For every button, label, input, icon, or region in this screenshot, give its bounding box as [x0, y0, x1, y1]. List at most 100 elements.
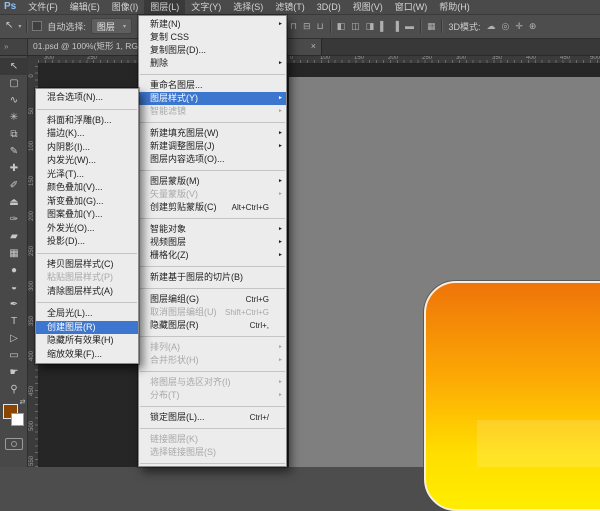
eraser-tool[interactable]: ▰ [0, 228, 28, 245]
menubar-item[interactable]: 滤镜(T) [269, 0, 311, 14]
auto-select-checkbox[interactable] [32, 21, 43, 31]
menu-item[interactable]: 图层样式(Y) ► [139, 92, 286, 105]
menubar-item[interactable]: 图像(I) [106, 0, 145, 14]
menu-item[interactable]: 复制图层(D)... [139, 44, 286, 57]
healing-brush-tool[interactable]: ✚ [0, 160, 28, 177]
crop-tool[interactable]: ⧉ [0, 126, 28, 143]
type-tool[interactable]: T [0, 313, 28, 330]
pen-tool[interactable]: ✒ [0, 296, 28, 313]
menubar-item[interactable]: 窗口(W) [389, 0, 434, 14]
menu-item[interactable]: 混合选项(N)... [36, 91, 138, 105]
shape-tool[interactable]: ▭ [0, 347, 28, 364]
marquee-tool[interactable]: ▢ [0, 75, 28, 92]
menubar-item[interactable]: 3D(D) [311, 0, 347, 14]
menu-item[interactable]: 内发光(W)... [36, 154, 138, 168]
history-brush-tool[interactable]: ✑ [0, 211, 28, 228]
path-selection-tool[interactable]: ▷ [0, 330, 28, 347]
dodge-tool[interactable]: ◒ [0, 279, 28, 296]
menu-item[interactable]: 清除图层样式(A) [36, 285, 138, 299]
menu-item: 粘贴图层样式(P) [36, 271, 138, 285]
menu-item[interactable]: 渐变叠加(G)... [36, 195, 138, 209]
3d-slide-icon[interactable]: ⊕ [529, 21, 537, 32]
menu-item: 选择链接图层(S) [139, 446, 286, 459]
align-top-edges-icon[interactable]: ⊓ [290, 21, 297, 32]
zoom-tool[interactable]: ⚲ [0, 381, 28, 398]
menu-item[interactable]: 拷贝图层样式(C) [36, 258, 138, 272]
menu-item[interactable]: 栅格化(Z) ► [139, 249, 286, 262]
menubar-item[interactable]: 视图(V) [347, 0, 389, 14]
menu-item-shortcut: Alt+Ctrl+G [231, 203, 269, 212]
menu-item[interactable]: 内阴影(I)... [36, 141, 138, 155]
menu-item-label: 新建填充图层(W) [150, 128, 219, 138]
auto-align-layers-icon[interactable]: ▦ [427, 21, 436, 32]
align-bottom-edges-icon[interactable]: ⊔ [317, 21, 324, 32]
3d-orbit-icon[interactable]: ☁ [486, 21, 495, 32]
menu-item[interactable]: 颜色叠加(V)... [36, 181, 138, 195]
distribute-right-edges-icon[interactable]: ▐ [393, 21, 399, 31]
document-tab-bar: » 01.psd @ 100%(矩形 1, RGB/8)* × [0, 38, 600, 56]
menubar-item[interactable]: 编辑(E) [64, 0, 106, 14]
menu-item[interactable]: 全局光(L)... [36, 307, 138, 321]
menu-item[interactable]: 外发光(O)... [36, 222, 138, 236]
eraser-tool-icon: ▰ [10, 231, 18, 242]
menubar-item[interactable]: 选择(S) [227, 0, 269, 14]
menu-item[interactable]: 视频图层 ► [139, 236, 286, 249]
menu-item[interactable]: 重命名图层... [139, 79, 286, 92]
tab-close-icon[interactable]: × [311, 38, 316, 55]
tool-preset-caret-icon[interactable]: ▾ [18, 23, 21, 30]
quick-mask-button[interactable] [4, 438, 23, 450]
menubar-item[interactable]: 帮助(H) [433, 0, 476, 14]
ruler-label: 500 [29, 420, 35, 431]
brush-tool[interactable]: ✐ [0, 177, 28, 194]
menu-item[interactable]: 锁定图层(L)... Ctrl+/ [139, 411, 286, 424]
menu-item[interactable]: 新建调整图层(J) ► [139, 140, 286, 153]
auto-select-dropdown[interactable]: 图层 ▾ [90, 18, 132, 34]
menu-item[interactable]: 斜面和浮雕(B)... [36, 114, 138, 128]
menu-item[interactable]: 隐藏所有效果(H) [36, 334, 138, 348]
3d-mode-label: 3D模式: [448, 21, 481, 32]
menu-item-label: 复制图层(D)... [150, 45, 206, 55]
3d-pan-icon[interactable]: ✛ [515, 21, 523, 32]
menu-item[interactable]: 智能对象 ► [139, 223, 286, 236]
menu-item[interactable]: 复制 CSS [139, 31, 286, 44]
menu-item[interactable]: 光泽(T)... [36, 168, 138, 182]
background-color-swatch[interactable] [10, 413, 24, 426]
hand-tool[interactable]: ☛ [0, 364, 28, 381]
menu-item[interactable]: 新建基于图层的切片(B) [139, 271, 286, 284]
align-right-edges-icon[interactable]: ◨ [366, 21, 375, 32]
tools-panel-header[interactable]: » [0, 38, 28, 55]
menu-item[interactable]: 图案叠加(Y)... [36, 208, 138, 222]
menu-item[interactable]: 创建图层(R) [36, 320, 138, 334]
align-vertical-centers-icon[interactable]: ⊟ [303, 21, 311, 32]
clone-stamp-tool[interactable]: ⏏ [0, 194, 28, 211]
menu-item[interactable]: 描边(K)... [36, 127, 138, 141]
align-horizontal-centers-icon[interactable]: ◫ [351, 21, 360, 32]
menu-item[interactable]: 创建剪贴蒙版(C) Alt+Ctrl+G [139, 201, 286, 214]
distribute-left-edges-icon[interactable]: ▌ [380, 21, 386, 31]
menu-item[interactable]: 投影(D)... [36, 235, 138, 249]
menu-item[interactable]: 新建填充图层(W) ► [139, 127, 286, 140]
align-left-edges-icon[interactable]: ◧ [337, 21, 346, 32]
menu-item[interactable]: 图层编组(G) Ctrl+G [139, 293, 286, 306]
blur-tool[interactable]: ● [0, 262, 28, 279]
menu-item-label: 智能滤镜 [150, 106, 187, 116]
double-chevron-icon: » [4, 42, 9, 51]
menu-item[interactable]: 隐藏图层(R) Ctrl+, [139, 319, 286, 332]
3d-roll-icon[interactable]: ◎ [501, 21, 509, 32]
menubar-item[interactable]: 文字(Y) [185, 0, 227, 14]
menubar-item[interactable]: 文件(F) [22, 0, 64, 14]
menubar-item[interactable]: 图层(L) [144, 0, 186, 14]
menu-item[interactable]: 图层蒙版(M) ► [139, 175, 286, 188]
menu-item[interactable]: 新建(N) ► [139, 18, 286, 31]
menu-item[interactable]: 图层内容选项(O)... [139, 153, 286, 166]
menu-item[interactable]: 缩放效果(F)... [36, 348, 138, 362]
move-tool[interactable]: ↖ [0, 58, 28, 75]
quick-selection-tool[interactable]: ✳ [0, 109, 28, 126]
menu-item[interactable]: 删除 ► [139, 57, 286, 70]
menu-item-label: 内发光(W)... [47, 155, 96, 165]
eyedropper-tool[interactable]: ✎ [0, 143, 28, 160]
lasso-tool[interactable]: ∿ [0, 92, 28, 109]
swap-colors-icon[interactable]: ⇄ [20, 398, 26, 406]
distribute-bottom-edges-icon[interactable]: ▬ [405, 21, 414, 31]
gradient-tool[interactable]: ▦ [0, 245, 28, 262]
